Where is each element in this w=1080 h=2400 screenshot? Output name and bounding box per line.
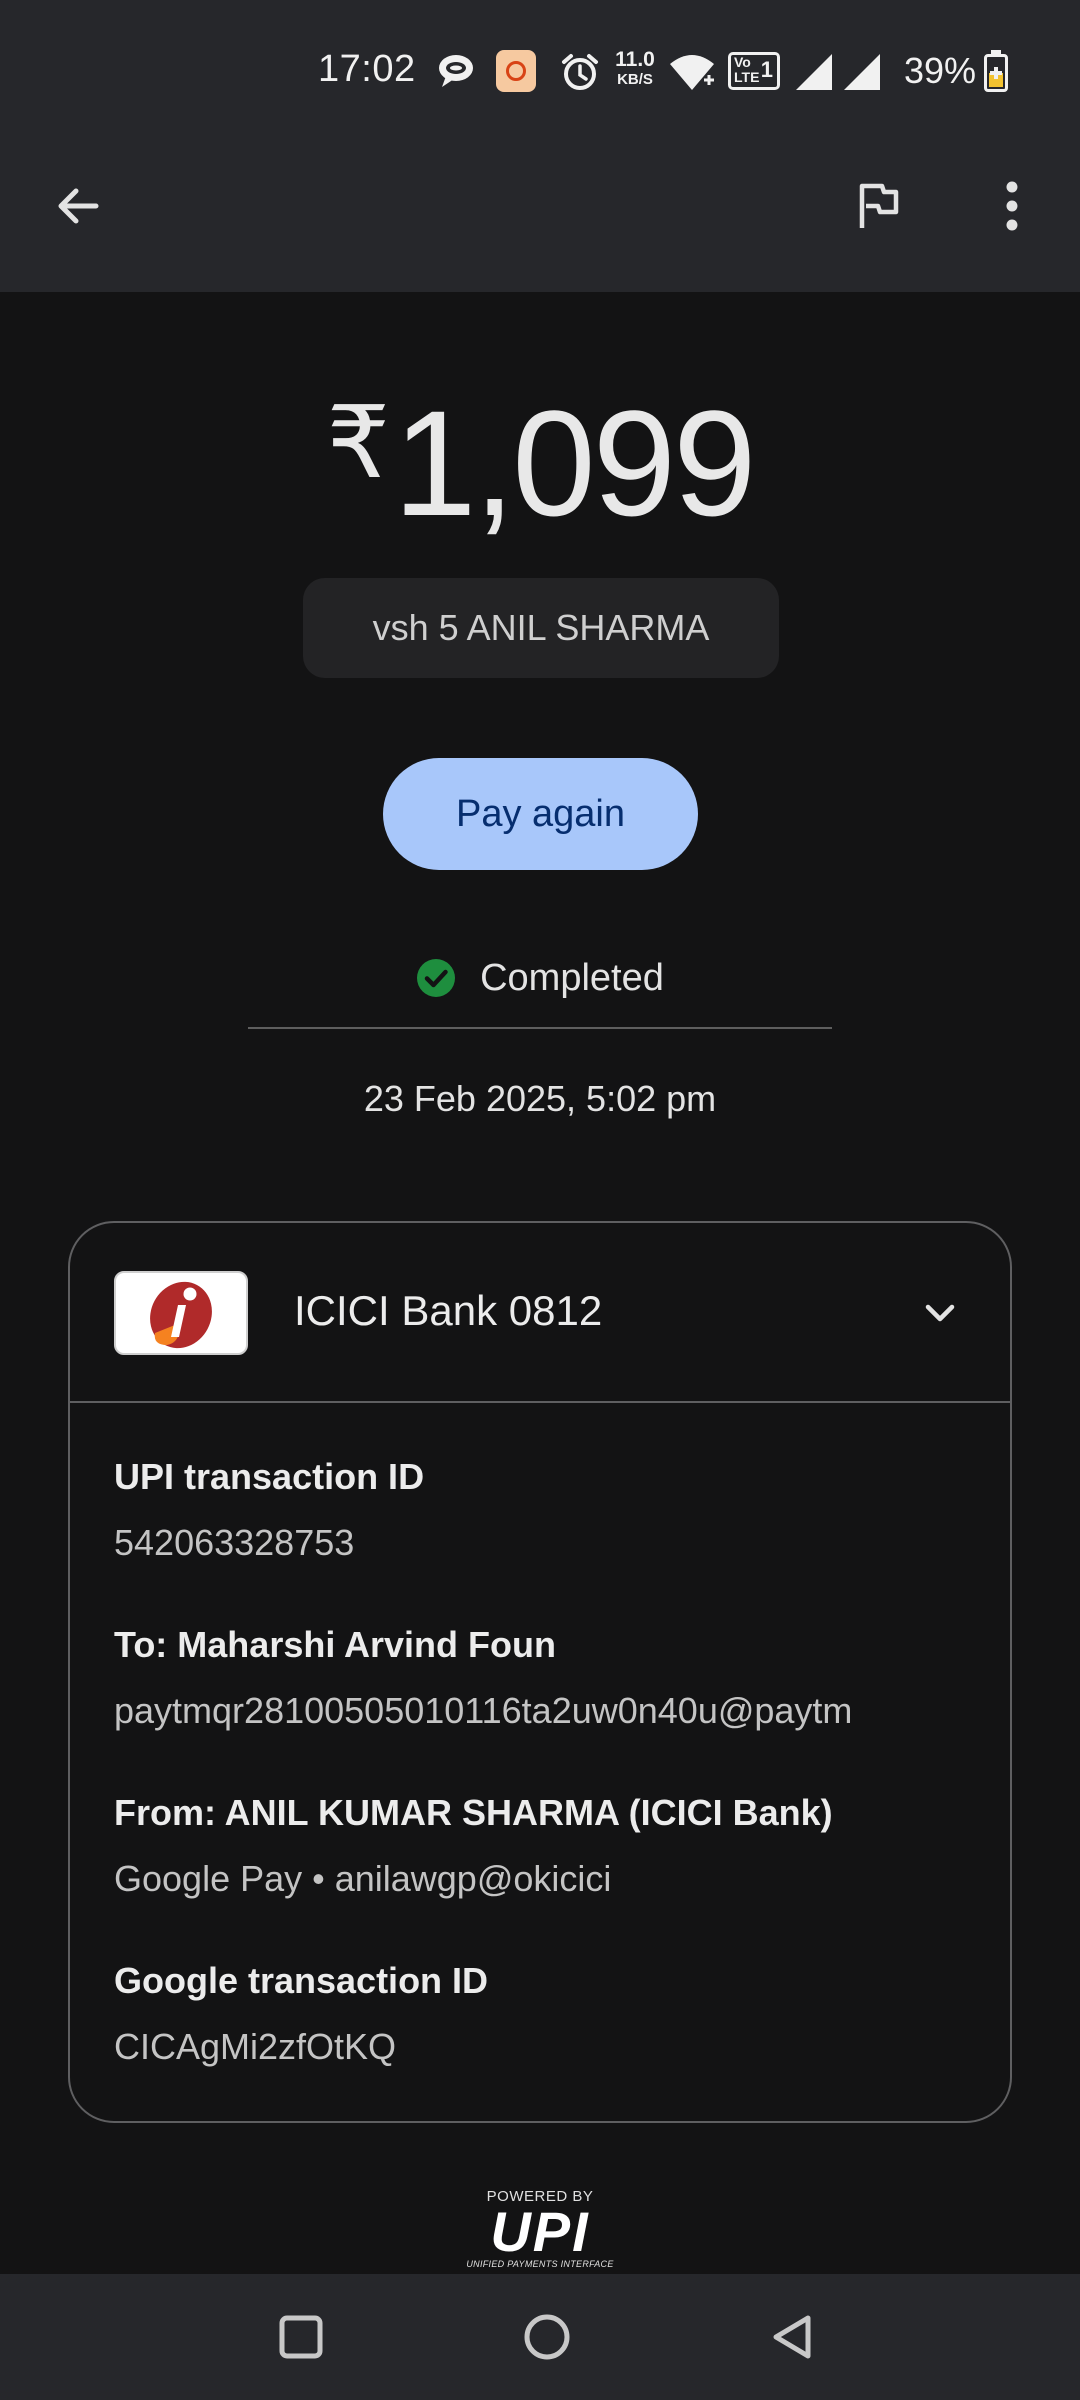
upi-transaction-id-value[interactable]: 542063328753 [114,1521,424,1565]
bank-account-label: ICICI Bank 0812 [294,1287,603,1334]
google-transaction-id-section: Google transaction ID CICAgMi2zfOtKQ [114,1959,488,2069]
wifi-icon [670,55,714,90]
transaction-datetime: 23 Feb 2025, 5:02 pm [363,1078,717,1119]
transaction-details-screen: 17:02 11.0 KB/S Vo LTE 1 39% ₹1,099 vsh … [0,0,1080,2400]
detail-label: From: ANIL KUMAR SHARMA (ICICI Bank) [114,1792,833,1833]
flag-icon [859,183,899,228]
detail-label: To: Maharshi Arvind Foun [114,1624,556,1665]
status-text: Completed [480,956,664,999]
volte-icon: Vo LTE 1 [728,52,780,90]
app-bar [0,150,1080,260]
circle-icon [524,2314,570,2360]
bsnl-app-icon [496,50,536,92]
net-speed-indicator: 11.0 KB/S [615,48,655,88]
divider [248,1027,832,1029]
system-nav-bar [0,2274,1080,2400]
currency-symbol: ₹ [326,387,391,499]
transaction-status: Completed [0,948,1080,1008]
amount-value: 1,099 [393,379,756,547]
status-bar: 17:02 11.0 KB/S Vo LTE 1 39% [0,0,1080,140]
recipient-upi-id[interactable]: paytmqr28100505010116ta2uw0n40u@paytm [114,1689,852,1733]
triangle-back-icon [773,2315,811,2359]
battery-charging-icon [984,50,1008,92]
upi-subtitle: UNIFIED PAYMENTS INTERFACE [466,2259,614,2269]
chat-bubble-icon [439,55,473,87]
home-button[interactable] [502,2292,592,2382]
battery-percent: 39% [904,50,977,91]
upi-mark: UPI [490,2200,590,2263]
status-time: 17:02 [318,48,416,90]
sender-section: From: ANIL KUMAR SHARMA (ICICI Bank) Goo… [114,1791,833,1901]
transaction-details-card: ICICI Bank 0812 UPI transaction ID 54206… [68,1221,1012,2123]
signal-icon [844,54,880,90]
recents-button[interactable] [256,2292,346,2382]
amount-display: ₹1,099 [0,358,1080,548]
check-circle-icon [416,958,456,998]
back-nav-button[interactable] [748,2292,838,2382]
upi-logo: POWERED BY UPI UNIFIED PAYMENTS INTERFAC… [464,2188,616,2269]
detail-label: Google transaction ID [114,1960,489,2001]
bank-account-header[interactable]: ICICI Bank 0812 [70,1223,1010,1403]
more-vert-icon [1006,181,1018,231]
payment-note-chip: vsh 5 ANIL SHARMA [303,578,779,678]
recipient-section: To: Maharshi Arvind Foun paytmqr28100505… [114,1623,852,1733]
google-transaction-id-value[interactable]: CICAgMi2zfOtKQ [114,2025,488,2069]
more-options-button[interactable] [972,166,1052,246]
upi-transaction-id-section: UPI transaction ID 542063328753 [114,1455,424,1565]
chevron-down-icon [925,1304,955,1322]
payment-note: vsh 5 ANIL SHARMA [372,607,710,648]
back-button[interactable] [38,166,118,246]
pay-again-button[interactable]: Pay again [383,758,698,870]
report-button[interactable] [838,166,918,246]
sender-upi-id[interactable]: Google Pay • anilawgp@okicici [114,1857,833,1901]
arrow-back-icon [58,188,99,224]
icici-logo-icon [114,1271,248,1355]
alarm-icon [562,54,598,90]
square-icon [279,2315,323,2359]
signal-icon [796,54,832,90]
detail-label: UPI transaction ID [114,1456,425,1497]
